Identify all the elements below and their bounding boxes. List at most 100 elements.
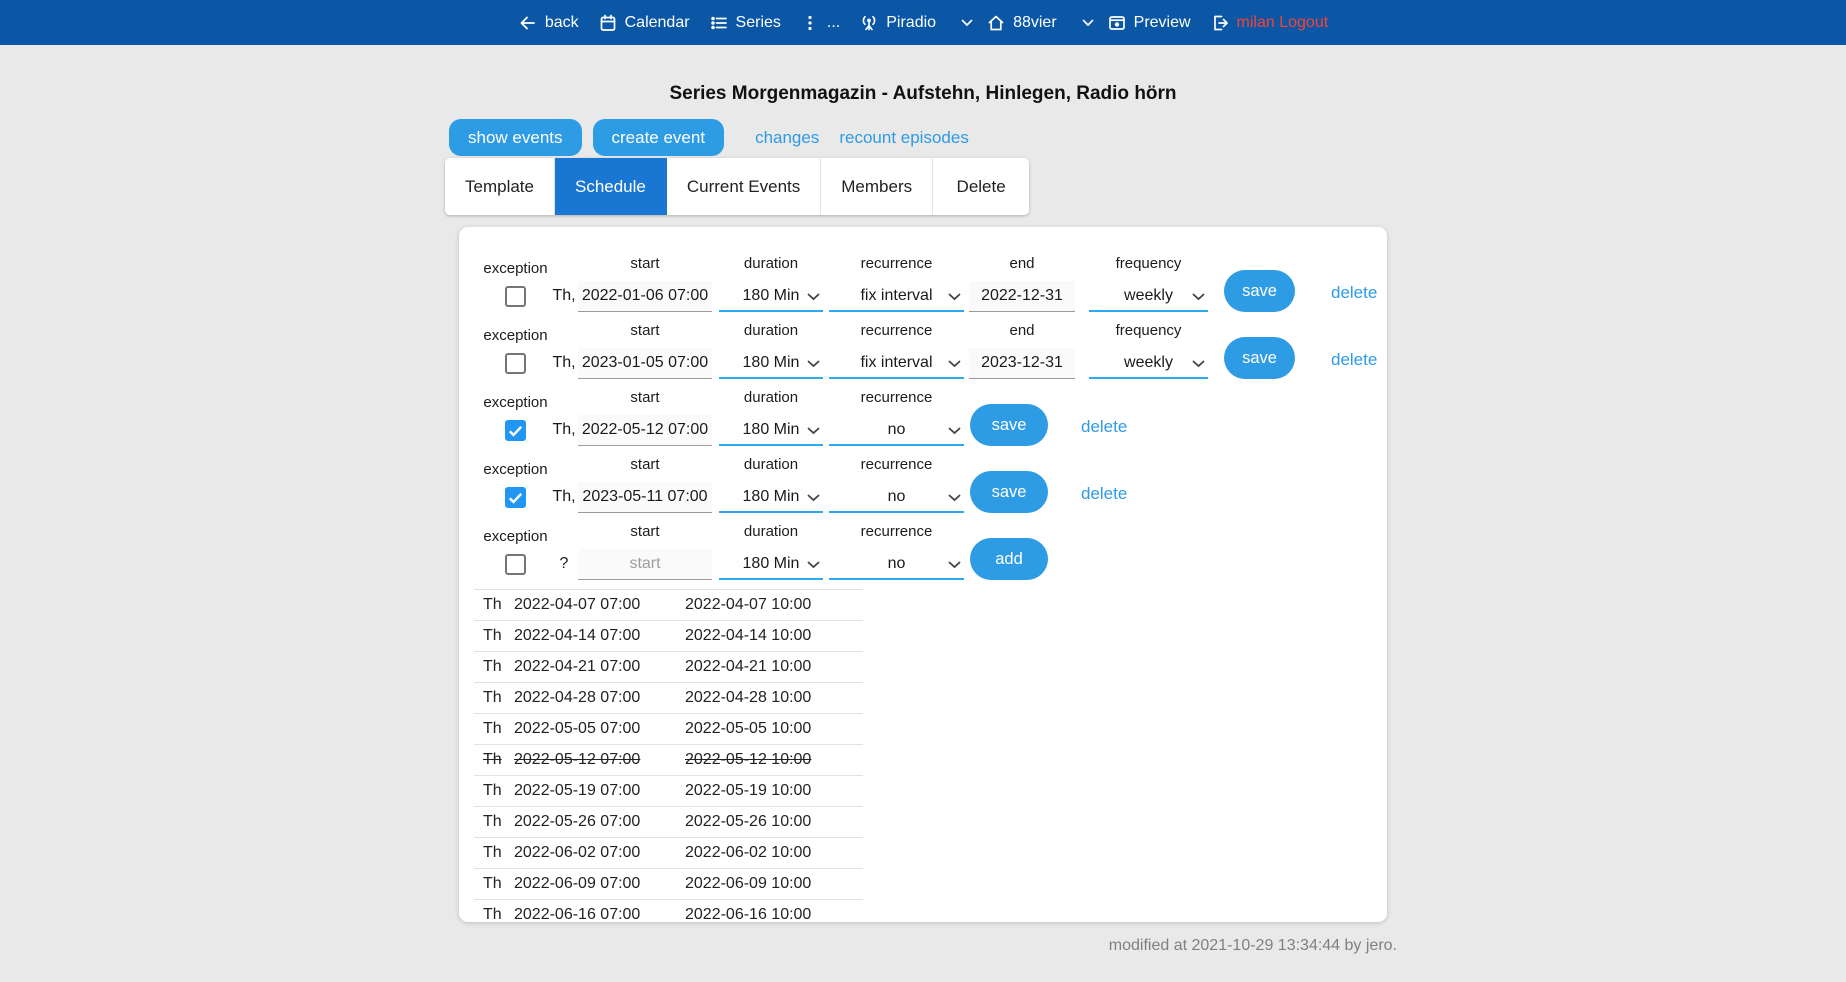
- chevron-down-icon: [1082, 19, 1094, 27]
- nav-series[interactable]: Series: [709, 13, 781, 33]
- logout-icon: [1210, 13, 1230, 33]
- duration-value: 180 Min: [743, 555, 800, 573]
- exception-checkbox[interactable]: [505, 487, 526, 508]
- start-input[interactable]: [578, 415, 712, 446]
- schedule-row: exceptionTh,startduration180 Minrecurren…: [459, 245, 1387, 312]
- start-label: start: [578, 523, 712, 540]
- tab-template[interactable]: Template: [445, 158, 555, 215]
- tab-members[interactable]: Members: [821, 158, 933, 215]
- schedule-form: exceptionTh,startduration180 Minrecurren…: [459, 245, 1387, 580]
- schedule-row: exceptionTh,startduration180 Minrecurren…: [459, 379, 1387, 446]
- nav-series-label: Series: [736, 14, 781, 32]
- event-row: Th2022-04-21 07:002022-04-21 10:00: [474, 651, 863, 682]
- frequency-select[interactable]: weekly: [1089, 348, 1208, 379]
- nav-more[interactable]: ...: [800, 13, 840, 33]
- exception-label: exception: [483, 260, 547, 277]
- station-dropdown-chevron[interactable]: [1082, 19, 1094, 27]
- chevron-down-icon: [948, 561, 961, 569]
- exception-label: exception: [483, 394, 547, 411]
- tab-delete[interactable]: Delete: [933, 158, 1029, 215]
- nav-piradio[interactable]: Piradio: [859, 13, 936, 33]
- nav-calendar[interactable]: Calendar: [598, 13, 690, 33]
- recurrence-select[interactable]: fix interval: [829, 348, 964, 379]
- frequency-value: weekly: [1124, 354, 1173, 372]
- event-start: 2022-05-05 07:00: [514, 720, 685, 738]
- start-input[interactable]: [578, 549, 712, 580]
- piradio-dropdown-chevron[interactable]: [961, 19, 973, 27]
- start-input[interactable]: [578, 348, 712, 379]
- event-row: Th2022-05-19 07:002022-05-19 10:00: [474, 775, 863, 806]
- event-row: Th2022-04-28 07:002022-04-28 10:00: [474, 682, 863, 713]
- nav-preview[interactable]: Preview: [1107, 13, 1191, 33]
- recurrence-select[interactable]: fix interval: [829, 281, 964, 312]
- save-button[interactable]: save: [970, 471, 1048, 513]
- save-button[interactable]: save: [970, 404, 1048, 446]
- event-day: Th: [474, 844, 514, 862]
- event-row: Th2022-04-07 07:002022-04-07 10:00: [474, 589, 863, 620]
- show-events-button[interactable]: show events: [449, 119, 582, 156]
- event-end: 2022-06-09 10:00: [685, 875, 863, 893]
- save-button[interactable]: save: [1224, 337, 1295, 379]
- event-row: Th2022-05-05 07:002022-05-05 10:00: [474, 713, 863, 744]
- schedule-row: exceptionTh,startduration180 Minrecurren…: [459, 312, 1387, 379]
- start-input[interactable]: [578, 281, 712, 312]
- recurrence-value: no: [888, 488, 906, 506]
- duration-label: duration: [719, 322, 823, 339]
- exception-checkbox[interactable]: [505, 554, 526, 575]
- duration-label: duration: [719, 389, 823, 406]
- recurrence-value: fix interval: [860, 354, 932, 372]
- event-start: 2022-06-02 07:00: [514, 844, 685, 862]
- duration-select[interactable]: 180 Min: [719, 348, 823, 379]
- recurrence-label: recurrence: [829, 389, 964, 406]
- delete-link[interactable]: delete: [1081, 484, 1127, 504]
- start-input[interactable]: [578, 482, 712, 513]
- end-label: end: [969, 255, 1075, 272]
- event-end: 2022-05-05 10:00: [685, 720, 863, 738]
- changes-link[interactable]: changes: [755, 128, 819, 148]
- tab-schedule[interactable]: Schedule: [555, 158, 667, 215]
- create-event-button[interactable]: create event: [593, 119, 725, 156]
- end-input[interactable]: [969, 348, 1075, 379]
- chevron-down-icon: [807, 293, 820, 301]
- duration-label: duration: [719, 255, 823, 272]
- exception-checkbox[interactable]: [505, 353, 526, 374]
- duration-select[interactable]: 180 Min: [719, 482, 823, 513]
- delete-link[interactable]: delete: [1081, 417, 1127, 437]
- recurrence-select[interactable]: no: [829, 415, 964, 446]
- nav-back[interactable]: back: [518, 13, 579, 33]
- event-row: Th2022-05-26 07:002022-05-26 10:00: [474, 806, 863, 837]
- delete-link[interactable]: delete: [1331, 283, 1377, 303]
- chevron-down-icon: [1192, 360, 1205, 368]
- chevron-down-icon: [948, 494, 961, 502]
- event-row: Th2022-06-09 07:002022-06-09 10:00: [474, 868, 863, 899]
- nav-more-label: ...: [827, 14, 840, 32]
- schedule-row: exceptionTh,startduration180 Minrecurren…: [459, 446, 1387, 513]
- event-end: 2022-04-07 10:00: [685, 596, 863, 614]
- add-button[interactable]: add: [970, 538, 1048, 580]
- recurrence-select[interactable]: no: [829, 549, 964, 580]
- event-start: 2022-05-19 07:00: [514, 782, 685, 800]
- recount-episodes-link[interactable]: recount episodes: [839, 128, 968, 148]
- nav-station[interactable]: 88vier: [986, 13, 1057, 33]
- top-navbar: back Calendar Series ... Piradio 88vier: [0, 0, 1846, 45]
- chevron-down-icon: [961, 19, 973, 27]
- duration-label: duration: [719, 523, 823, 540]
- end-input[interactable]: [969, 281, 1075, 312]
- duration-select[interactable]: 180 Min: [719, 415, 823, 446]
- event-day: Th: [474, 782, 514, 800]
- nav-logout[interactable]: milan Logout: [1210, 13, 1329, 33]
- event-start: 2022-05-26 07:00: [514, 813, 685, 831]
- exception-checkbox[interactable]: [505, 286, 526, 307]
- recurrence-value: no: [888, 421, 906, 439]
- duration-select[interactable]: 180 Min: [719, 281, 823, 312]
- duration-select[interactable]: 180 Min: [719, 549, 823, 580]
- save-button[interactable]: save: [1224, 270, 1295, 312]
- event-day: Th: [474, 596, 514, 614]
- exception-checkbox[interactable]: [505, 420, 526, 441]
- delete-link[interactable]: delete: [1331, 350, 1377, 370]
- recurrence-select[interactable]: no: [829, 482, 964, 513]
- frequency-select[interactable]: weekly: [1089, 281, 1208, 312]
- series-actions: show events create event changes recount…: [449, 119, 1387, 156]
- tab-current-events[interactable]: Current Events: [667, 158, 821, 215]
- chevron-down-icon: [948, 293, 961, 301]
